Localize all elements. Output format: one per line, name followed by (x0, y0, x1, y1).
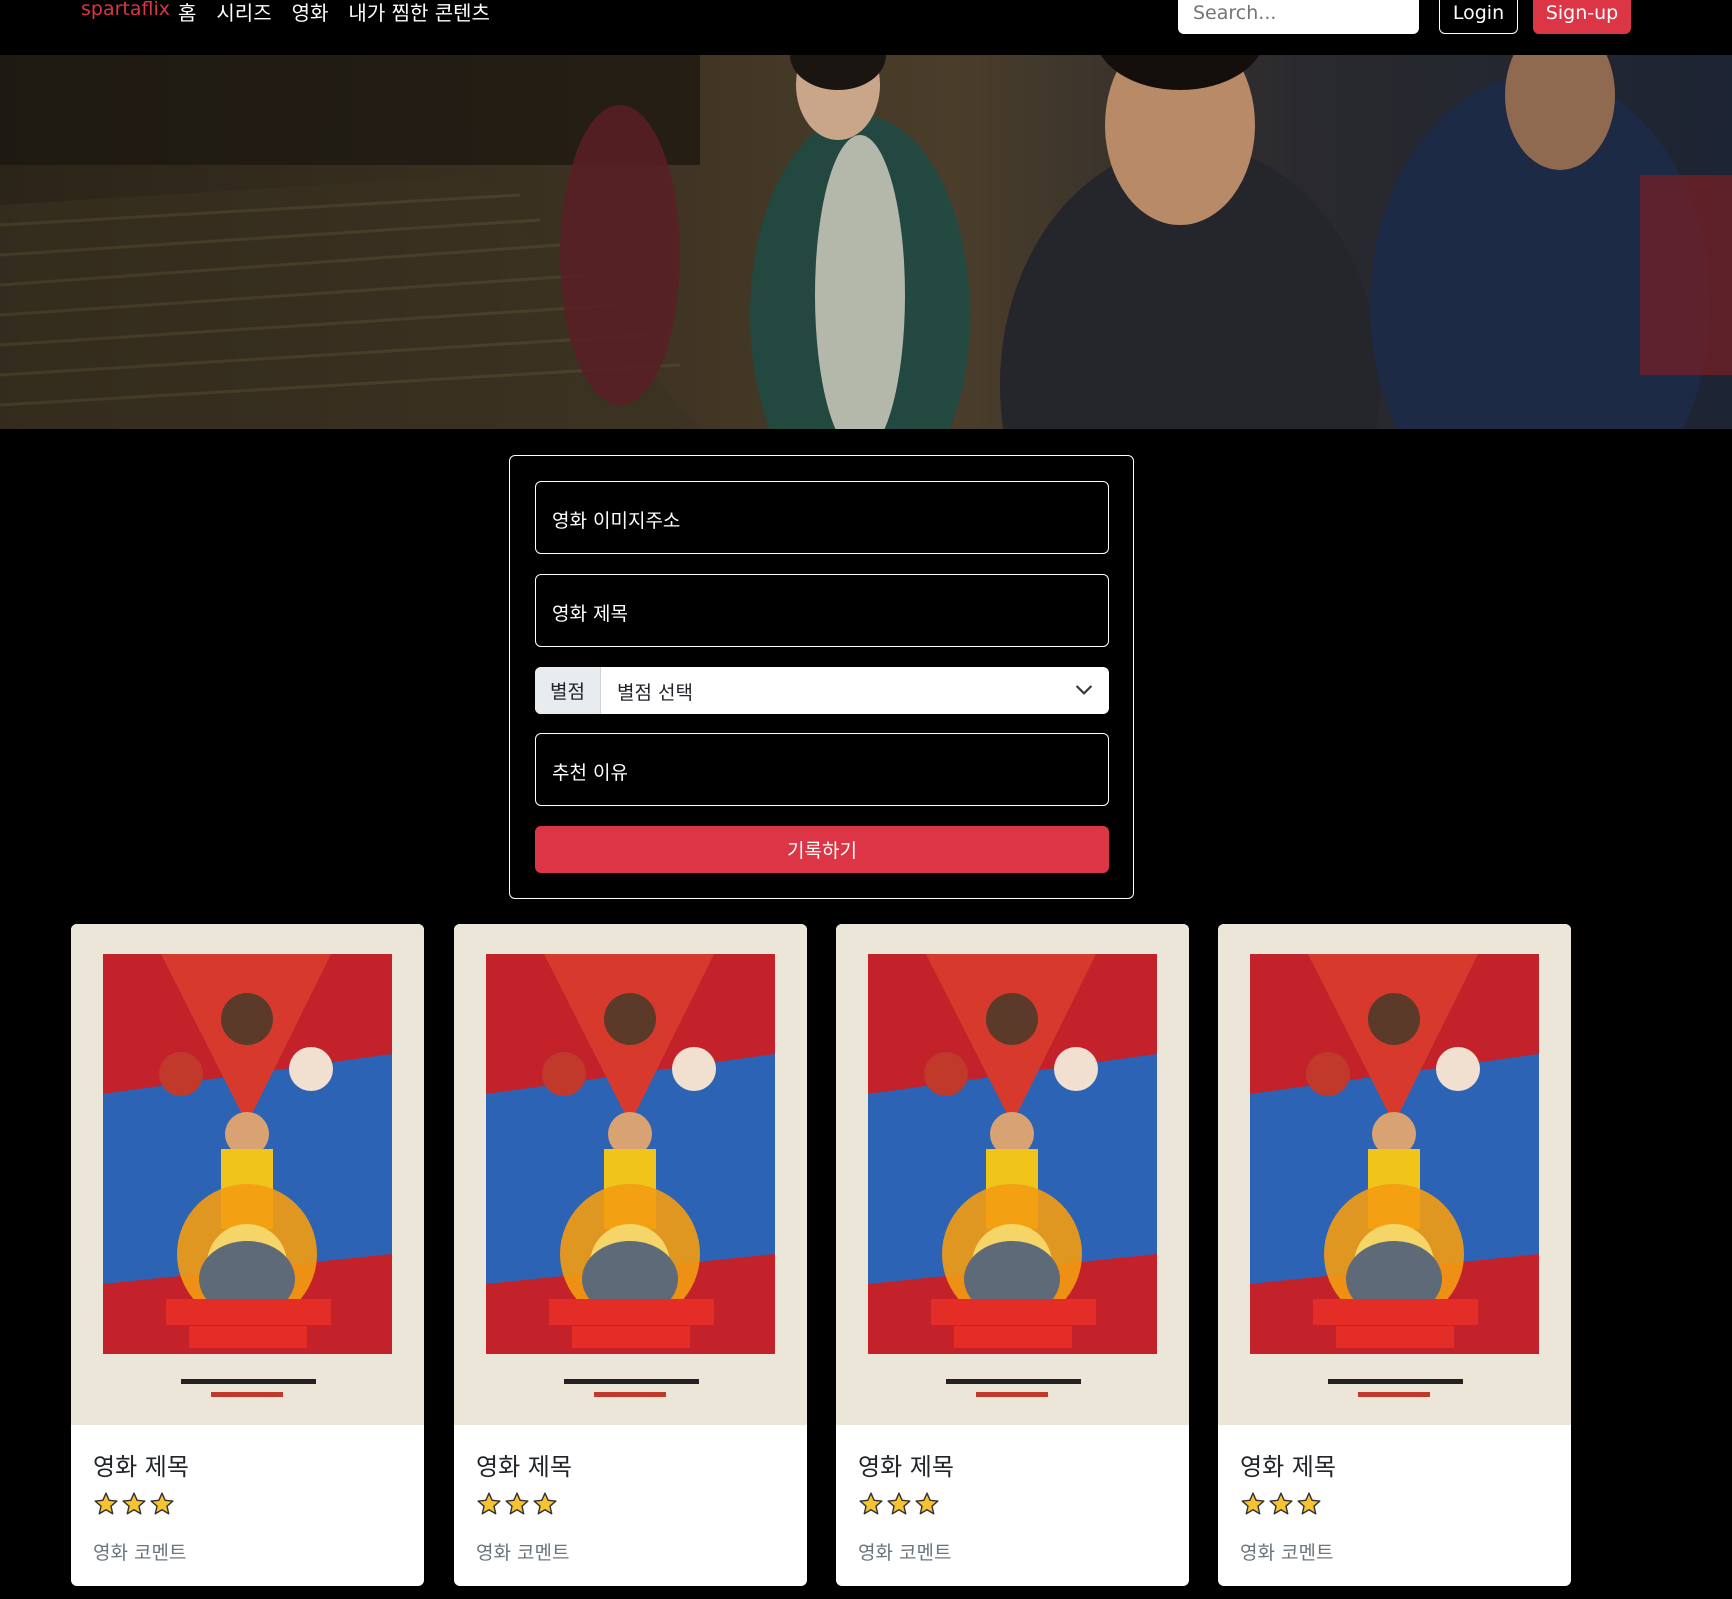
star-icon (477, 1492, 501, 1515)
hero-banner-image (0, 55, 1732, 429)
movie-card[interactable]: 영화 제목 영화 코멘트 (1218, 924, 1571, 1586)
movie-card-title: 영화 제목 (858, 1453, 954, 1481)
chevron-down-icon (1076, 685, 1092, 695)
movie-record-form: 영화 이미지주소 영화 제목 별점 별점 선택 추천 이유 기록하기 (509, 455, 1134, 899)
movie-card-comment: 영화 코멘트 (93, 1542, 187, 1564)
rating-select[interactable]: 별점 선택 (601, 667, 1109, 714)
star-icon (1297, 1492, 1321, 1515)
star-icon (94, 1492, 118, 1515)
star-icon (887, 1492, 911, 1515)
movie-card-title: 영화 제목 (476, 1453, 572, 1481)
nav-link-my-list[interactable]: 내가 찜한 콘텐츠 (348, 0, 490, 26)
submit-record-button[interactable]: 기록하기 (535, 826, 1109, 873)
rating-selected-value: 별점 선택 (617, 682, 693, 704)
nav-links: 홈 시리즈 영화 내가 찜한 콘텐츠 (178, 0, 490, 26)
signup-button[interactable]: Sign-up (1533, 0, 1631, 34)
movie-title-label: 영화 제목 (552, 603, 628, 625)
star-icon (505, 1492, 529, 1515)
star-icon (150, 1492, 174, 1515)
brand-logo[interactable]: spartaflix (81, 0, 170, 20)
login-button[interactable]: Login (1439, 0, 1518, 34)
movie-rating-stars (1240, 1491, 1322, 1517)
movie-card[interactable]: 영화 제목 영화 코멘트 (71, 924, 424, 1586)
star-icon (915, 1492, 939, 1515)
image-url-label: 영화 이미지주소 (552, 510, 681, 532)
movie-title-field[interactable]: 영화 제목 (535, 574, 1109, 647)
movie-poster-image (1218, 924, 1571, 1425)
movie-rating-stars (93, 1491, 175, 1517)
star-icon (122, 1492, 146, 1515)
movie-rating-stars (858, 1491, 940, 1517)
movie-card-comment: 영화 코멘트 (858, 1542, 952, 1564)
movie-card[interactable]: 영화 제목 영화 코멘트 (836, 924, 1189, 1586)
recommend-reason-label: 추천 이유 (552, 762, 628, 784)
movie-poster-image (454, 924, 807, 1425)
nav-link-movies[interactable]: 영화 (292, 0, 329, 26)
nav-link-series[interactable]: 시리즈 (216, 0, 271, 26)
star-icon (1269, 1492, 1293, 1515)
movie-card-title: 영화 제목 (93, 1453, 189, 1481)
movie-card-title: 영화 제목 (1240, 1453, 1336, 1481)
movie-card-comment: 영화 코멘트 (1240, 1542, 1334, 1564)
star-icon (1241, 1492, 1265, 1515)
movie-poster-image (836, 924, 1189, 1425)
movie-poster-image (71, 924, 424, 1425)
image-url-field[interactable]: 영화 이미지주소 (535, 481, 1109, 554)
movie-card-comment: 영화 코멘트 (476, 1542, 570, 1564)
star-icon (533, 1492, 557, 1515)
nav-link-home[interactable]: 홈 (178, 0, 196, 26)
star-icon (859, 1492, 883, 1515)
movie-rating-stars (476, 1491, 558, 1517)
recommend-reason-field[interactable]: 추천 이유 (535, 733, 1109, 806)
rating-select-group: 별점 별점 선택 (535, 667, 1109, 714)
rating-prefix: 별점 (535, 667, 601, 714)
search-input[interactable] (1178, 0, 1419, 34)
movie-card[interactable]: 영화 제목 영화 코멘트 (454, 924, 807, 1586)
navbar: spartaflix 홈 시리즈 영화 내가 찜한 콘텐츠 Login Sign… (0, 0, 1732, 55)
